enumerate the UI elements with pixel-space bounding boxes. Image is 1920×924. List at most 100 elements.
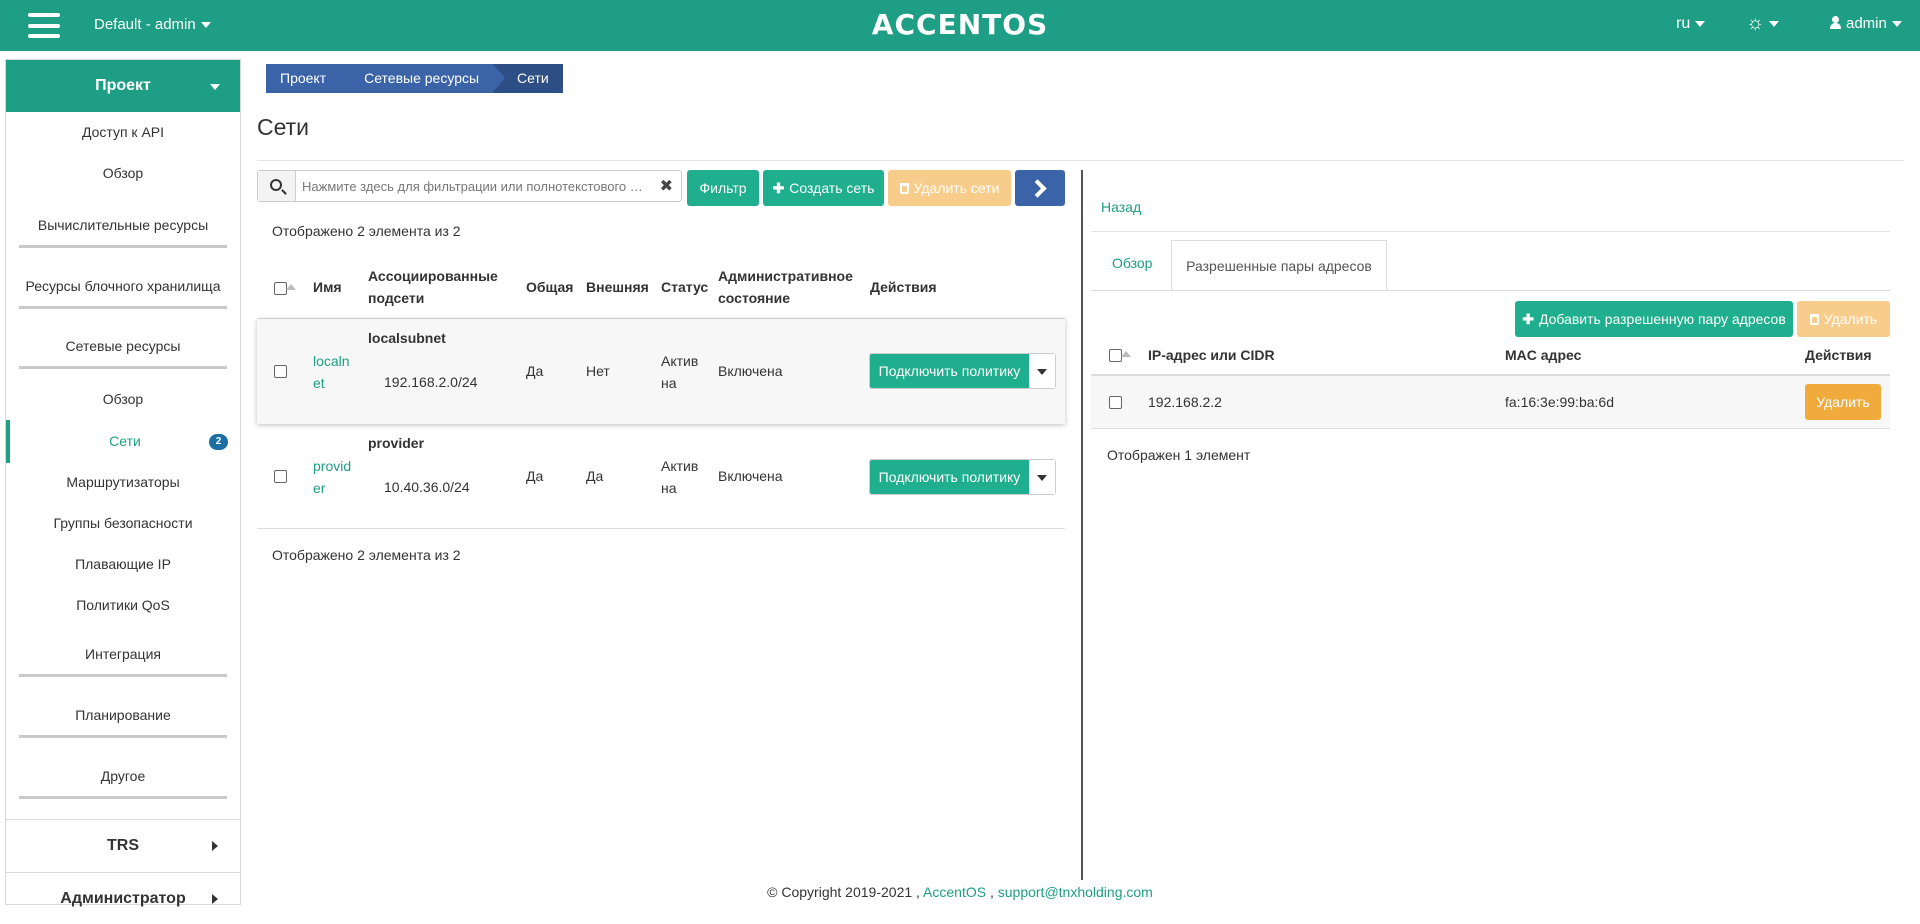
breadcrumb: Проект Сетевые ресурсы Сети xyxy=(266,64,563,93)
sidebar-head-project[interactable]: Проект xyxy=(6,60,240,112)
add-address-pair-button[interactable]: ✚ Добавить разрешенную пару адресов xyxy=(1515,301,1793,337)
row-checkbox[interactable] xyxy=(274,470,287,483)
footer-separator: , xyxy=(989,884,994,900)
gear-icon: ☼ xyxy=(1746,12,1765,34)
sidebar-item-floating-ip[interactable]: Плавающие IP xyxy=(6,556,240,572)
clear-icon[interactable]: ✖ xyxy=(660,176,673,196)
status-line1: Актив xyxy=(661,353,699,369)
back-link[interactable]: Назад xyxy=(1101,199,1141,215)
divider xyxy=(1091,428,1890,429)
items-count: Отображен 1 элемент xyxy=(1107,447,1251,463)
sidebar-section-planning[interactable]: Планирование xyxy=(19,707,227,738)
status-value: Актив на xyxy=(661,350,698,394)
sidebar-item-api-access[interactable]: Доступ к API xyxy=(6,124,240,140)
subnet-name: localsubnet xyxy=(368,330,446,346)
breadcrumb-network[interactable]: Сетевые ресурсы xyxy=(340,64,506,93)
footer: © Copyright 2019-2021 , AccentOS , suppo… xyxy=(0,884,1920,900)
col-external: Внешняя xyxy=(586,279,649,295)
network-name-line1: localn xyxy=(313,353,350,369)
col-status: Статус xyxy=(661,279,709,295)
chevron-right-icon xyxy=(212,841,218,851)
sidebar-section-compute[interactable]: Вычислительные ресурсы xyxy=(19,217,227,248)
row-action-group: Подключить политику xyxy=(869,353,1056,389)
admin-state-value: Включена xyxy=(718,468,783,484)
user-menu[interactable]: admin xyxy=(1830,15,1902,32)
plus-icon: ✚ xyxy=(772,179,785,196)
tab-allowed-address-pairs[interactable]: Разрешенные пары адресов xyxy=(1171,240,1387,291)
create-network-button[interactable]: ✚ Создать сеть xyxy=(763,170,884,206)
delete-networks-label: Удалить сети xyxy=(913,180,1000,196)
breadcrumb-project-label: Проект xyxy=(280,70,327,86)
shared-value: Да xyxy=(526,468,544,484)
settings-menu[interactable]: ☼ xyxy=(1746,12,1780,35)
sidebar-item-security-groups[interactable]: Группы безопасности xyxy=(6,515,240,531)
sidebar-item-network-overview[interactable]: Обзор xyxy=(6,391,240,407)
row-checkbox[interactable] xyxy=(1109,396,1122,409)
action-dropdown-toggle[interactable] xyxy=(1029,460,1055,494)
network-name-link[interactable]: localn et xyxy=(313,350,350,394)
search-input[interactable] xyxy=(302,175,650,197)
shared-value: Да xyxy=(526,363,544,379)
row-checkbox[interactable] xyxy=(274,365,287,378)
sidebar-item-networks-label: Сети xyxy=(109,433,141,449)
language-selector[interactable]: ru xyxy=(1676,15,1706,33)
sidebar-group-trs-label: TRS xyxy=(107,836,139,854)
delete-networks-button[interactable]: Удалить сети xyxy=(888,170,1011,206)
support-email-link[interactable]: support@tnxholding.com xyxy=(998,884,1153,900)
sidebar-group-trs[interactable]: TRS xyxy=(6,819,240,871)
tab-overview[interactable]: Обзор xyxy=(1112,255,1152,271)
attach-policy-button[interactable]: Подключить политику xyxy=(870,354,1029,388)
search-icon[interactable] xyxy=(258,171,296,201)
ip-value: 192.168.2.2 xyxy=(1148,394,1222,410)
delete-address-pairs-label: Удалить xyxy=(1823,311,1878,327)
sidebar-item-networks[interactable]: Сети 2 xyxy=(6,420,240,463)
page-title: Сети xyxy=(257,114,310,140)
delete-pair-button[interactable]: Удалить xyxy=(1805,384,1881,420)
subnet-cidr: 10.40.36.0/24 xyxy=(384,479,470,495)
network-name-line2: er xyxy=(313,480,326,496)
col-actions: Действия xyxy=(1805,347,1872,363)
col-name[interactable]: Имя xyxy=(313,276,342,298)
add-address-pair-label: Добавить разрешенную пару адресов xyxy=(1538,311,1786,327)
col-admin-state: Административное состояние xyxy=(718,268,853,306)
sidebar-section-network[interactable]: Сетевые ресурсы xyxy=(19,338,227,369)
external-value: Нет xyxy=(586,363,610,379)
col-subnets: Ассоциированные подсети xyxy=(368,268,498,306)
divider xyxy=(257,160,1904,161)
sort-caret-icon[interactable] xyxy=(286,284,296,290)
col-ip-cidr[interactable]: IP-адрес или CIDR xyxy=(1148,344,1275,366)
status-line2: на xyxy=(661,480,677,496)
mac-value: fa:16:3e:99:ba:6d xyxy=(1505,394,1614,410)
top-bar: Default - admin ACCENTOS ru ☼ admin xyxy=(0,0,1920,51)
sidebar: Проект Доступ к API Обзор Вычислительные… xyxy=(5,59,241,907)
sidebar-section-block-storage[interactable]: Ресурсы блочного хранилища xyxy=(19,278,227,309)
network-name-line1: provid xyxy=(313,458,352,474)
network-name-link[interactable]: provid er xyxy=(313,455,351,499)
filter-button[interactable]: Фильтр xyxy=(687,170,759,206)
sidebar-section-other[interactable]: Другое xyxy=(19,768,227,799)
brand-link[interactable]: AccentOS xyxy=(923,884,986,900)
next-button[interactable] xyxy=(1015,170,1065,206)
panel-divider[interactable] xyxy=(1081,170,1083,880)
breadcrumb-project[interactable]: Проект xyxy=(266,64,353,93)
action-dropdown-toggle[interactable] xyxy=(1029,354,1055,388)
delete-address-pairs-button[interactable]: Удалить xyxy=(1797,301,1890,337)
breadcrumb-arrow xyxy=(340,64,353,92)
attach-policy-button[interactable]: Подключить политику xyxy=(870,460,1029,494)
magnifier-icon xyxy=(270,179,282,191)
network-name-line2: et xyxy=(313,375,325,391)
sidebar-item-overview[interactable]: Обзор xyxy=(6,165,240,181)
subnet-cidr: 192.168.2.0/24 xyxy=(384,374,478,390)
status-line1: Актив xyxy=(661,458,699,474)
sidebar-item-routers[interactable]: Маршрутизаторы xyxy=(6,474,240,490)
chevron-down-icon xyxy=(1769,20,1780,27)
subnet-name: provider xyxy=(368,435,425,451)
search-box: ✖ xyxy=(257,170,682,202)
sidebar-head-label: Проект xyxy=(95,77,151,94)
sort-caret-icon[interactable] xyxy=(1121,351,1131,357)
trash-icon xyxy=(1809,313,1819,325)
sidebar-section-integration[interactable]: Интеграция xyxy=(19,646,227,677)
chevron-down-icon xyxy=(1695,20,1706,27)
sidebar-item-qos-policies[interactable]: Политики QoS xyxy=(6,597,240,613)
plus-icon: ✚ xyxy=(1522,310,1534,327)
